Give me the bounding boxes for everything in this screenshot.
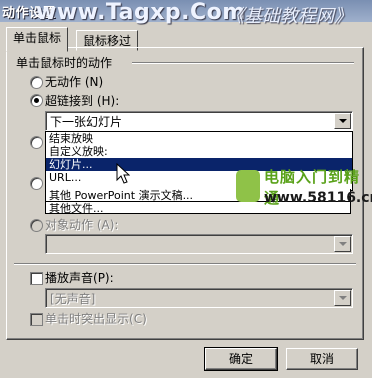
combo-dropdown-button[interactable] [334,113,351,129]
tab-mouse-over-label: 鼠标移过 [83,34,132,48]
radio-hyperlink-label: 超链接到 (H): [45,94,120,108]
dropdown-item-end-show[interactable]: 结束放映 [46,132,352,145]
dropdown-item-custom-show[interactable]: 自定义放映: [46,145,352,158]
group-title: 单击鼠标时的动作 [16,56,113,70]
radio-run-program[interactable] [30,136,43,149]
logo-icon [236,170,260,202]
logo-url: www.58116.cn [264,190,372,206]
group-separator [132,62,354,64]
watermark-right-text: 《基础教程网》 [226,6,352,27]
object-action-dropdown-button[interactable] [334,236,351,252]
play-sound-label: 播放声音(P): [45,271,114,285]
hyperlink-combo[interactable]: 下一张幻灯片 [45,111,353,131]
radio-object-action-label: 对象动作 (A): [45,218,119,232]
highlight-label: 单击时突出显示(C) [45,312,147,326]
radio-hyperlink[interactable] [30,94,43,107]
hyperlink-combo-value: 下一张幻灯片 [50,115,123,129]
logo: 电脑入门到精通 www.58116.cn [236,166,372,216]
mouse-pointer-icon [116,163,130,184]
object-action-combo[interactable] [45,234,353,254]
play-sound-checkbox[interactable] [30,272,43,285]
watermark-text: www.Tagxp.Com [36,0,246,25]
ok-button[interactable]: 确定 [204,347,278,371]
chevron-down-icon [339,119,347,123]
radio-none-label: 无动作 (N) [45,75,104,89]
tab-click-mouse[interactable]: 单击鼠标 [6,27,69,52]
radio-object-action[interactable] [30,219,43,232]
radio-run-macro[interactable] [30,177,43,190]
highlight-checkbox[interactable] [30,313,43,326]
cancel-button[interactable]: 取消 [286,348,358,370]
chevron-down-icon [339,242,347,246]
chevron-down-icon [339,296,347,300]
sound-combo-value: [无声音] [50,292,96,306]
sound-dropdown-button[interactable] [334,290,351,306]
sound-combo[interactable]: [无声音] [45,288,353,308]
radio-none[interactable] [30,76,43,89]
section-separator [14,263,356,265]
tab-click-mouse-label: 单击鼠标 [13,31,62,45]
